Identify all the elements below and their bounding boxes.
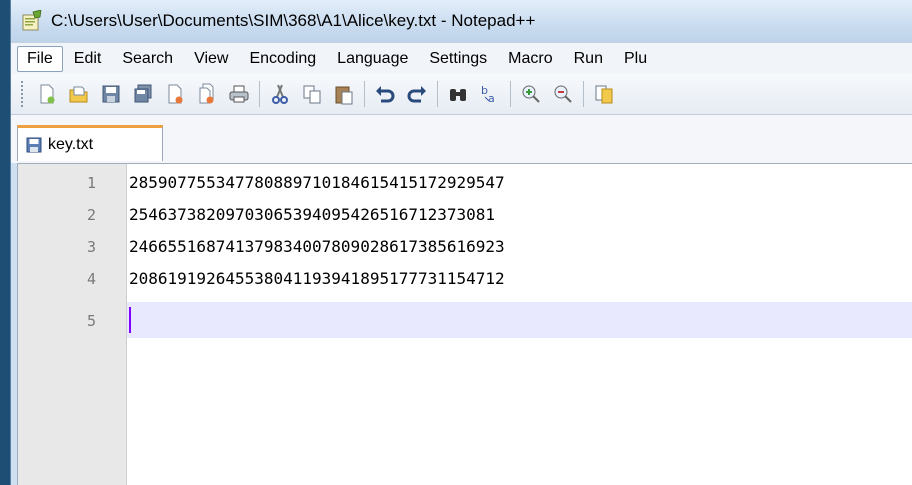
line-number-gutter[interactable]: 1 2 3 4 5 [18,164,127,485]
editor[interactable]: 1 2 3 4 5 285907755347780889710184615415… [17,163,912,485]
replace-icon[interactable]: ba [477,81,503,107]
toolbar-separator [583,81,584,107]
zoom-out-icon[interactable] [550,81,576,107]
text-line[interactable]: 208619192645538041193941895177731154712 [129,269,505,288]
close-all-icon[interactable] [194,81,220,107]
copy-icon[interactable] [299,81,325,107]
text-caret [129,307,131,333]
menu-edit[interactable]: Edit [64,46,112,72]
line-number: 3 [86,238,96,256]
menu-plugins[interactable]: Plu [614,46,657,72]
line-number: 1 [86,174,96,192]
menu-language[interactable]: Language [327,46,418,72]
menu-run[interactable]: Run [564,46,613,72]
save-all-icon[interactable] [130,81,156,107]
file-saved-icon [26,137,42,153]
current-line-highlight [127,302,912,338]
redo-icon[interactable] [404,81,430,107]
menu-view[interactable]: View [184,46,238,72]
save-icon[interactable] [98,81,124,107]
menu-encoding[interactable]: Encoding [239,46,326,72]
line-number: 2 [86,206,96,224]
notepadpp-app-icon[interactable] [21,9,43,32]
open-file-icon[interactable] [66,81,92,107]
find-icon[interactable] [445,81,471,107]
line-number: 4 [86,270,96,288]
toolbar-separator [364,81,365,107]
toolbar-grip[interactable] [21,81,26,107]
menu-file[interactable]: File [17,46,63,72]
close-icon[interactable] [162,81,188,107]
toolbar-separator [510,81,511,107]
menu-settings[interactable]: Settings [419,46,497,72]
toolbar-separator [259,81,260,107]
new-file-icon[interactable] [34,81,60,107]
print-icon[interactable] [226,81,252,107]
tab-strip: key.txt [11,115,912,163]
cut-icon[interactable] [267,81,293,107]
title-bar[interactable]: C:\Users\User\Documents\SIM\368\A1\Alice… [11,0,912,42]
tab-label: key.txt [48,135,94,153]
sync-icon[interactable] [591,81,617,107]
notepadpp-window: C:\Users\User\Documents\SIM\368\A1\Alice… [10,0,912,485]
undo-icon[interactable] [372,81,398,107]
toolbar-separator [437,81,438,107]
menu-bar: File Edit Search View Encoding Language … [11,42,912,75]
menu-search[interactable]: Search [112,46,183,72]
line-number: 5 [86,312,96,330]
text-area[interactable]: 285907755347780889710184615415172929547 … [127,164,912,485]
paste-icon[interactable] [331,81,357,107]
tab-key-txt[interactable]: key.txt [17,125,163,161]
text-line[interactable]: 25463738209703065394095426516712373081 [129,205,495,224]
toolbar: ba [11,74,912,115]
menu-macro[interactable]: Macro [498,46,562,72]
zoom-in-icon[interactable] [518,81,544,107]
text-line[interactable]: 246655168741379834007809028617385616923 [129,237,505,256]
text-line[interactable]: 285907755347780889710184615415172929547 [129,173,505,192]
window-title: C:\Users\User\Documents\SIM\368\A1\Alice… [51,11,536,30]
svg-text:b: b [481,84,488,97]
svg-text:a: a [488,92,495,105]
